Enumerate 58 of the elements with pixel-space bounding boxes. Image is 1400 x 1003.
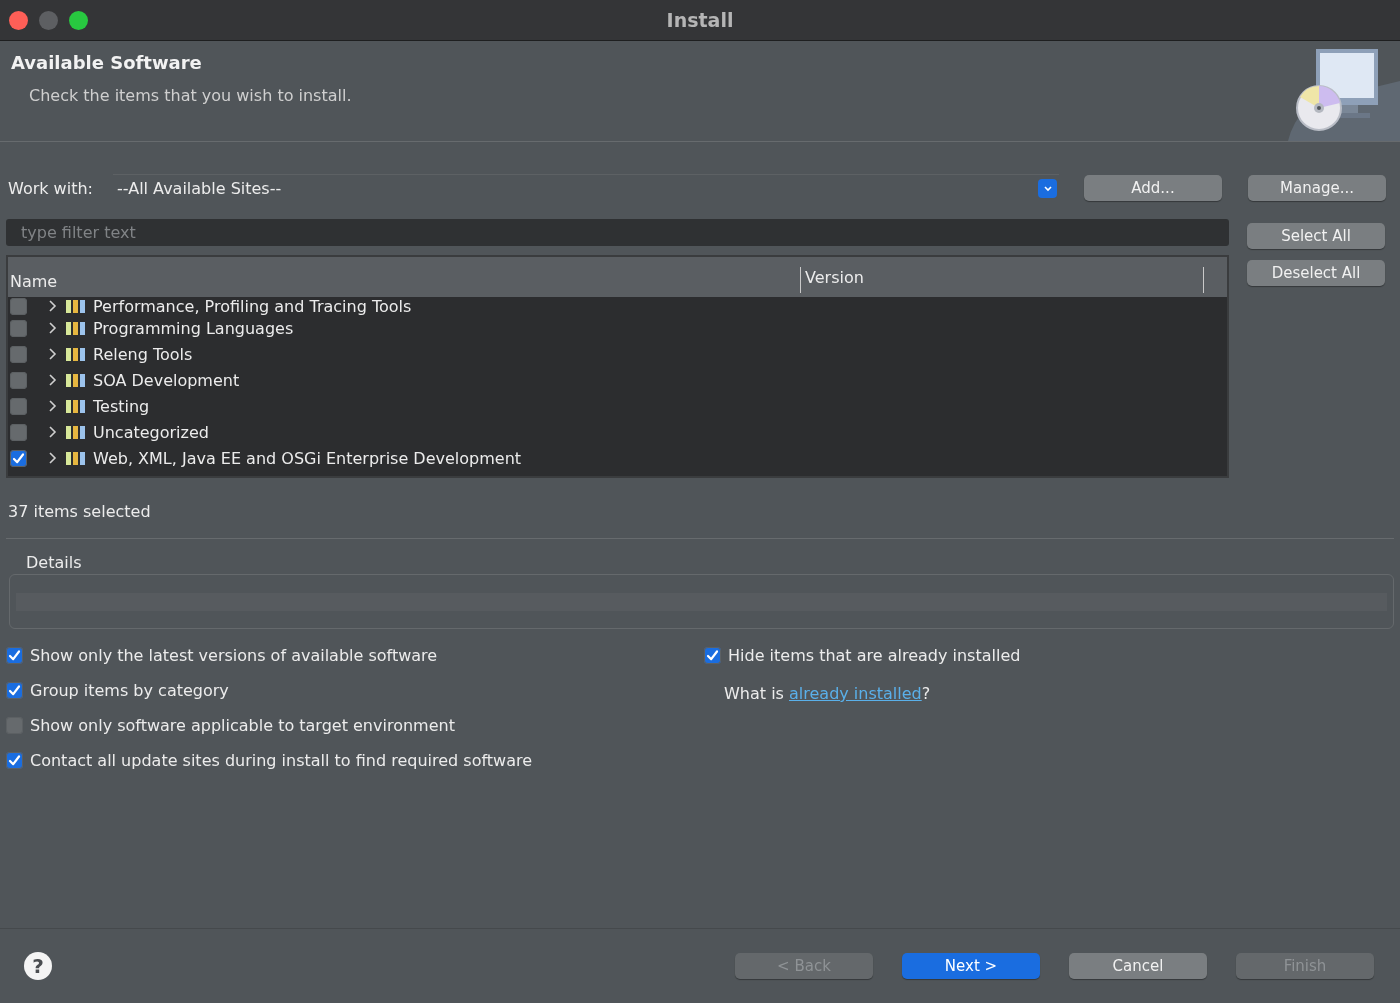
- next-button[interactable]: Next >: [902, 953, 1040, 979]
- select-all-button[interactable]: Select All: [1247, 223, 1385, 249]
- checkbox-label: Show only the latest versions of available software: [30, 645, 438, 665]
- checkbox-label: Contact all update sites during install to find required software: [30, 750, 533, 770]
- chevron-right-icon[interactable]: [47, 426, 57, 438]
- cancel-button[interactable]: Cancel: [1069, 953, 1207, 979]
- details-label: Details: [26, 553, 83, 572]
- help-text: What is already installed?: [724, 684, 932, 703]
- chevron-right-icon[interactable]: [47, 452, 57, 464]
- tree-item-label[interactable]: Performance, Profiling and Tracing Tools: [93, 296, 412, 316]
- chevron-right-icon[interactable]: [47, 400, 57, 412]
- close-button[interactable]: [9, 10, 28, 30]
- site-dropdown[interactable]: --All Available Sites--: [113, 174, 1059, 202]
- tree-item-label[interactable]: Programming Languages: [93, 318, 294, 338]
- checkbox[interactable]: [10, 449, 27, 467]
- checkbox[interactable]: [10, 345, 27, 363]
- selection-count: 37 items selected: [7, 502, 152, 521]
- checkbox[interactable]: [10, 397, 27, 415]
- checkbox[interactable]: [10, 319, 27, 337]
- category-bars-icon: [66, 299, 85, 313]
- chevron-right-icon[interactable]: [47, 348, 57, 360]
- checkbox-label: Show only software applicable to target environment: [30, 715, 455, 735]
- category-bars-icon: [66, 399, 85, 413]
- deselect-all-button[interactable]: Deselect All: [1247, 260, 1385, 286]
- tree-item-label[interactable]: Uncategorized: [93, 422, 209, 442]
- already-installed-link[interactable]: already installed: [789, 684, 922, 703]
- work-with-label: Work with:: [7, 178, 94, 198]
- checkbox[interactable]: [10, 371, 27, 389]
- filter-field[interactable]: type filter text: [6, 219, 1229, 246]
- tree-item-label[interactable]: Web, XML, Java EE and OSGi Enterprise Development: [93, 448, 522, 468]
- zoom-button[interactable]: [69, 10, 88, 30]
- help-button[interactable]: ?: [24, 952, 52, 980]
- category-bars-icon: [66, 425, 85, 439]
- window-title: Install: [666, 9, 734, 31]
- column-header[interactable]: Name: [8, 263, 800, 291]
- category-bars-icon: [66, 321, 85, 335]
- tree-item-label[interactable]: Releng Tools: [93, 344, 193, 364]
- page-subtitle: Check the items that you wish to install.: [29, 86, 352, 105]
- category-bars-icon: [66, 451, 85, 465]
- chevron-right-icon[interactable]: [47, 300, 57, 312]
- column-header[interactable]: Version: [800, 267, 1204, 293]
- tree-item-label[interactable]: Testing: [93, 396, 150, 416]
- chevron-right-icon[interactable]: [47, 322, 57, 334]
- checkbox[interactable]: [6, 646, 23, 664]
- chevron-right-icon[interactable]: [47, 374, 57, 386]
- checkbox[interactable]: [10, 423, 27, 441]
- manage-button[interactable]: Manage...: [1248, 175, 1386, 201]
- page-title: Available Software: [11, 52, 203, 73]
- checkbox[interactable]: [6, 681, 23, 699]
- checkbox-label: Group items by category: [30, 680, 229, 700]
- category-bars-icon: [66, 373, 85, 387]
- category-bars-icon: [66, 347, 85, 361]
- checkbox[interactable]: [704, 646, 721, 664]
- tree-item-label[interactable]: SOA Development: [93, 370, 240, 390]
- add-button[interactable]: Add...: [1084, 175, 1222, 201]
- checkbox[interactable]: [6, 751, 23, 769]
- checkbox-label: Hide items that are already installed: [728, 645, 1021, 665]
- checkbox[interactable]: [10, 297, 27, 315]
